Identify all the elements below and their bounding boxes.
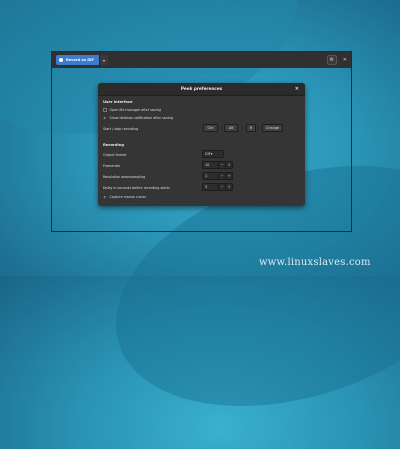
minus-icon[interactable]: − — [218, 162, 225, 168]
plus-icon[interactable]: + — [225, 184, 232, 190]
record-dot-icon — [59, 58, 63, 62]
capture-cursor-checkbox[interactable]: ✔ — [103, 195, 107, 199]
plus-icon[interactable]: + — [225, 173, 232, 179]
open-file-manager-row[interactable]: Open file manager after saving — [103, 108, 161, 112]
output-format-label: Output format — [103, 153, 127, 157]
shortcut-key-alt: Alt — [224, 124, 238, 132]
gear-icon[interactable]: ⚙ — [326, 55, 337, 65]
output-format-dropdown[interactable]: GIF ▾ — [202, 150, 224, 158]
close-icon[interactable]: ✕ — [343, 56, 347, 64]
shortcut-key-ctrl: Ctrl — [203, 124, 218, 132]
dialog-titlebar: Peek preferences × — [98, 83, 305, 96]
downsampling-value[interactable]: 1 — [203, 173, 218, 179]
capture-cursor-row[interactable]: ✔ Capture mouse cursor — [103, 195, 146, 199]
minus-icon[interactable]: − — [218, 184, 225, 190]
downsampling-label: Resolution downsampling — [103, 175, 146, 179]
close-icon[interactable]: × — [295, 83, 299, 95]
record-button-label: Record as GIF — [66, 58, 94, 62]
watermark: www.linuxslaves.com — [259, 257, 371, 268]
change-shortcut-button[interactable]: Change — [262, 124, 283, 132]
show-notification-row[interactable]: ✔ Show desktop notification after saving — [103, 116, 173, 120]
chevron-down-icon: ▾ — [210, 152, 213, 156]
framerate-value[interactable]: 10 — [203, 162, 218, 168]
show-notification-checkbox[interactable]: ✔ — [103, 116, 107, 120]
record-button[interactable]: Record as GIF — [56, 55, 99, 65]
minus-icon[interactable]: − — [218, 173, 225, 179]
downsampling-spinbutton[interactable]: 1 − + — [202, 172, 233, 180]
framerate-spinbutton[interactable]: 10 − + — [202, 161, 233, 169]
show-notification-label: Show desktop notification after saving — [109, 116, 173, 120]
capture-cursor-label: Capture mouse cursor — [109, 195, 147, 199]
open-file-manager-label: Open file manager after saving — [109, 108, 161, 112]
record-format-menu-button[interactable]: ▾ — [98, 55, 108, 65]
shortcut-key-r: R — [246, 124, 256, 132]
recording-heading: Recording — [103, 143, 125, 147]
plus-icon[interactable]: + — [225, 162, 232, 168]
peek-headerbar: Record as GIF ▾ ⚙ ✕ — [52, 52, 351, 68]
shortcut-label: Start / stop recording — [103, 127, 139, 131]
dialog-title: Peek preferences — [180, 86, 223, 91]
user-interface-heading: User interface — [103, 100, 133, 104]
framerate-label: Framerate — [103, 164, 120, 168]
preferences-dialog: Peek preferences × User interface Open f… — [98, 83, 305, 206]
delay-spinbutton[interactable]: 3 − + — [202, 183, 233, 191]
open-file-manager-checkbox[interactable] — [103, 108, 107, 112]
chevron-down-icon: ▾ — [102, 57, 105, 63]
delay-value[interactable]: 3 — [203, 184, 218, 190]
delay-label: Delay in seconds before recording starts — [103, 186, 170, 190]
